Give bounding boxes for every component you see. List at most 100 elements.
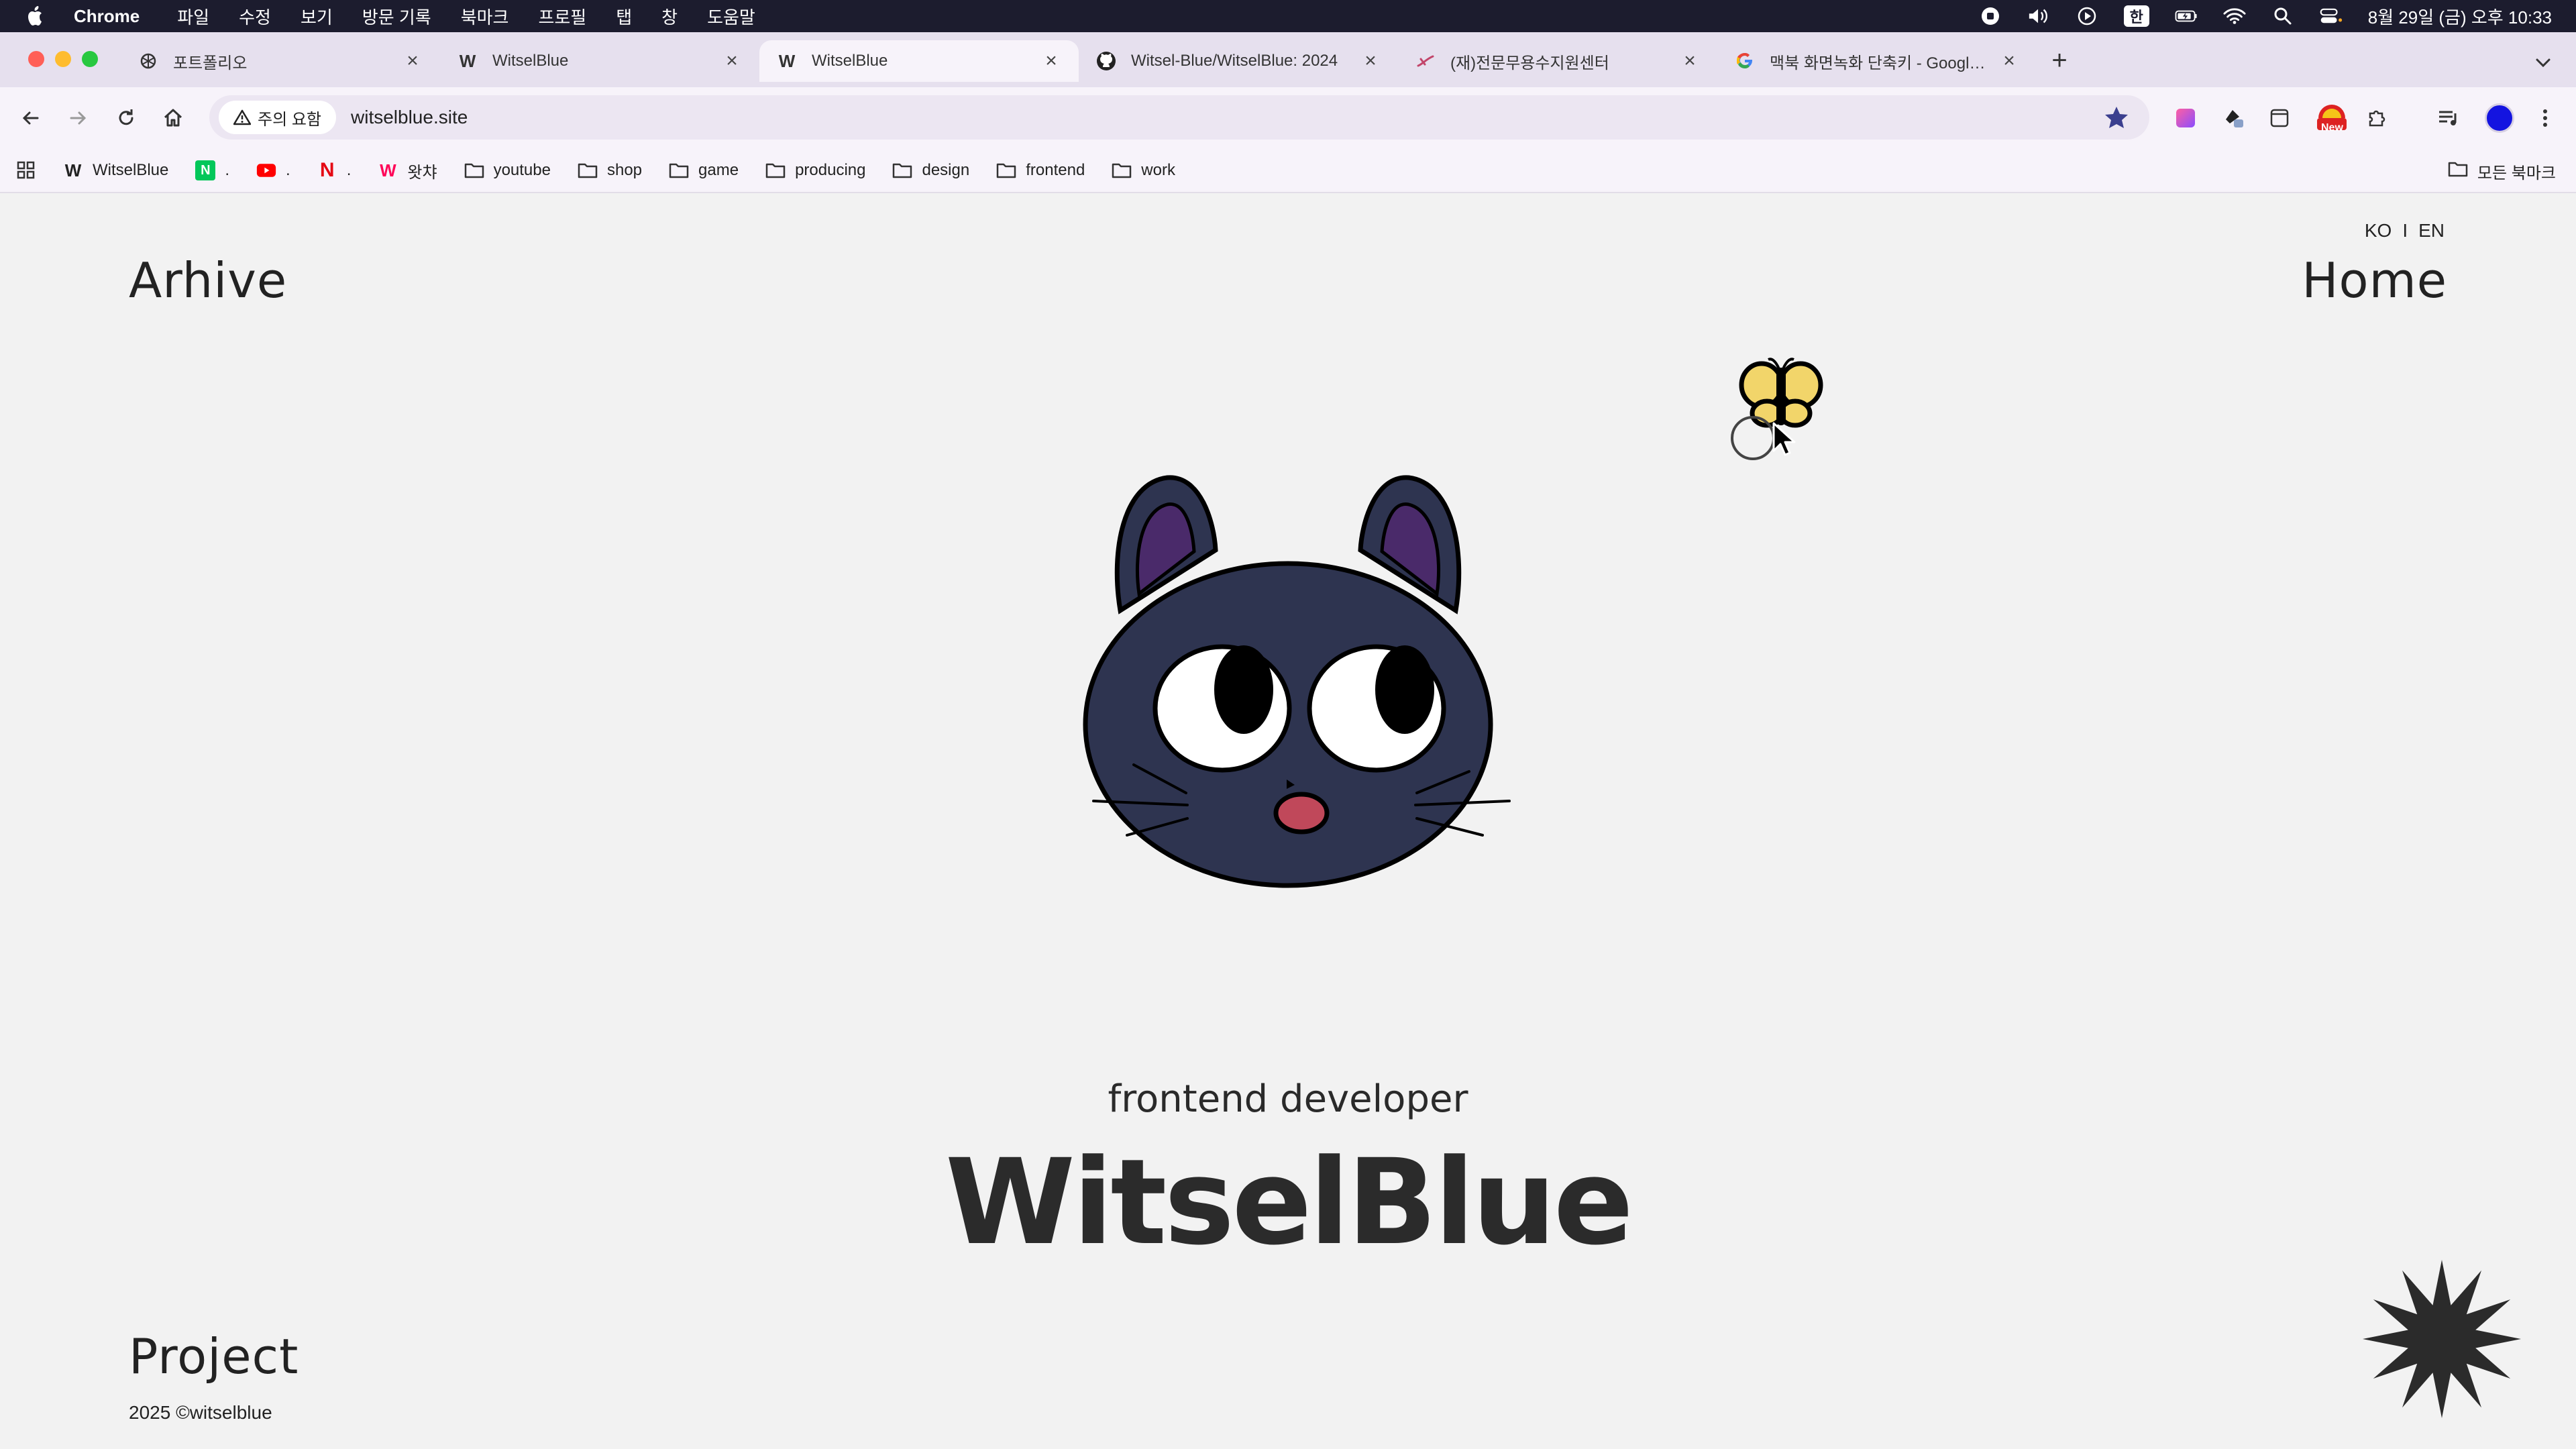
tab-title: WitselBlue [492,52,569,70]
control-center-icon[interactable] [2320,5,2343,28]
minimize-window-button[interactable] [55,51,71,67]
tab-title: (재)전문무용수지원센터 [1450,54,1609,72]
menu-view[interactable]: 보기 [301,4,333,29]
witselblue-favicon-icon: W [64,160,82,180]
extensions-puzzle-icon[interactable] [2364,105,2391,131]
bookmark-star-icon[interactable] [2104,105,2129,130]
bookmark-netflix[interactable]: N . [317,159,352,181]
tab-close-icon[interactable]: × [402,50,423,72]
bookmark-folder-game[interactable]: game [669,160,739,180]
zoom-window-button[interactable] [82,51,98,67]
folder-icon [578,160,598,180]
menu-app-chrome[interactable]: Chrome [74,6,140,27]
bookmark-label: . [286,161,290,179]
forward-arrow-icon[interactable] [63,103,93,133]
starburst-icon[interactable] [2361,1258,2522,1419]
wifi-icon[interactable] [2223,5,2246,28]
folder-icon [464,160,484,180]
lang-en-link[interactable]: EN [2418,220,2445,241]
window-controls [28,51,98,67]
bookmark-label: WitselBlue [93,161,169,179]
input-source-indicator[interactable]: 한 [2123,5,2149,27]
spotlight-search-icon[interactable] [2271,5,2294,28]
naver-icon: N [195,160,216,180]
browser-tab[interactable]: 맥북 화면녹화 단축키 - Google 검 × [1717,40,2037,82]
bookmark-label: 왓챠 [407,163,437,182]
bookmark-folder-frontend[interactable]: frontend [996,160,1085,180]
bookmark-label: game [698,161,739,179]
browser-toolbar: 주의 요함 witselblue.site New [0,87,2576,149]
battery-icon[interactable] [2175,5,2198,28]
folder-icon [669,160,689,180]
url-text[interactable]: witselblue.site [351,107,468,128]
apps-grid-button[interactable] [16,160,36,180]
folder-icon [765,160,786,180]
extension-paint-icon[interactable] [2220,105,2247,131]
language-switcher: KO I EN [2365,220,2445,241]
bookmark-folder-producing[interactable]: producing [765,160,865,180]
menu-help[interactable]: 도움말 [707,4,755,29]
browser-tab[interactable]: 포트폴리오 × [121,40,440,82]
kebab-menu-icon[interactable] [2532,105,2559,131]
extension-new-badge-icon[interactable]: New [2313,105,2351,133]
folder-icon [2448,160,2468,182]
nav-home-link[interactable]: Home [2302,252,2447,309]
media-queue-icon[interactable] [2435,105,2462,131]
folder-icon [892,160,912,180]
screen-record-icon[interactable] [1979,5,2002,28]
site-info-chip[interactable]: 주의 요함 [219,101,336,134]
nav-project-link[interactable]: Project [129,1328,299,1385]
dance-center-icon [1415,51,1436,71]
bookmark-witselblue[interactable]: W WitselBlue [63,160,169,180]
bookmark-label: youtube [493,161,551,179]
reload-icon[interactable] [111,103,141,133]
bookmark-folder-design[interactable]: design [892,160,969,180]
menubar-clock[interactable]: 8월 29일 (금) 오후 10:33 [2368,4,2552,29]
lang-ko-link[interactable]: KO [2365,220,2392,241]
nav-archive-link[interactable]: Arhive [129,252,287,309]
lang-separator: I [2402,220,2408,241]
tab-close-icon[interactable]: × [1041,50,1061,72]
bookmark-folder-youtube[interactable]: youtube [464,160,551,180]
witselblue-favicon-icon: W [459,50,476,71]
new-tab-plus-icon[interactable]: + [2046,46,2073,75]
menu-history[interactable]: 방문 기록 [362,4,431,29]
close-window-button[interactable] [28,51,44,67]
address-bar[interactable]: 주의 요함 witselblue.site [209,95,2149,140]
menu-profiles[interactable]: 프로필 [538,4,586,29]
home-icon[interactable] [158,103,188,133]
back-arrow-icon[interactable] [16,103,46,133]
extension-window-icon[interactable] [2266,105,2293,131]
github-icon [1096,51,1116,71]
browser-tab[interactable]: W WitselBlue × [440,40,759,82]
profile-avatar[interactable] [2485,103,2514,133]
browser-tab-active[interactable]: W WitselBlue × [759,40,1079,82]
tab-search-chevron-icon[interactable] [2528,47,2559,78]
watcha-icon: W [380,160,396,180]
cursor-follower-ring [1731,416,1775,460]
media-play-icon[interactable] [2076,5,2098,28]
tab-close-icon[interactable]: × [1360,50,1381,72]
extension-gradient-icon[interactable] [2172,105,2199,131]
browser-tab[interactable]: (재)전문무용수지원센터 × [1398,40,1717,82]
browser-tab[interactable]: Witsel-Blue/WitselBlue: 2024 × [1079,40,1398,82]
bookmark-folder-shop[interactable]: shop [578,160,642,180]
bookmark-watcha[interactable]: W 왓챠 [378,159,437,182]
hero-brand-logo: WitselBlue [945,1134,1633,1271]
tab-close-icon[interactable]: × [722,50,742,72]
menu-edit[interactable]: 수정 [239,4,271,29]
bookmark-label: design [922,161,970,179]
tab-close-icon[interactable]: × [1999,50,2019,72]
mouse-pointer-icon [1772,422,1796,456]
menu-window[interactable]: 창 [661,4,678,29]
volume-icon[interactable] [2027,5,2050,28]
all-bookmarks-button[interactable]: 모든 북마크 [2448,160,2556,183]
apple-logo-icon[interactable] [24,5,47,28]
bookmark-naver[interactable]: N . [195,160,229,180]
menu-bookmarks[interactable]: 북마크 [461,4,509,29]
bookmark-folder-work[interactable]: work [1112,160,1175,180]
tab-close-icon[interactable]: × [1680,50,1700,72]
menu-file[interactable]: 파일 [177,4,209,29]
menu-tab[interactable]: 탭 [616,4,632,29]
bookmark-youtube[interactable]: . [256,160,290,180]
